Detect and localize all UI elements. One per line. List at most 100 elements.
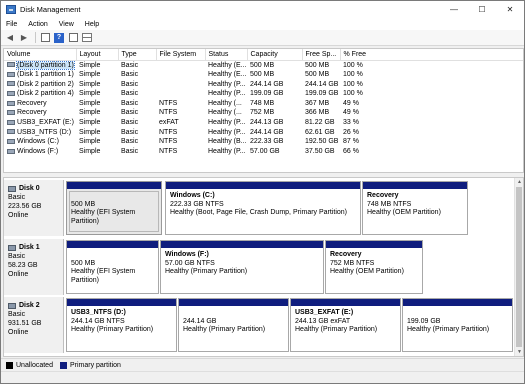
cell-volume: Windows (F:) [4, 147, 76, 157]
disk-type: Basic [8, 253, 26, 260]
disk-1-partition-1[interactable]: 500 MB Healthy (EFI System Partition) [66, 240, 159, 294]
partition-size: 752 MB NTFS [330, 259, 375, 267]
volume-name: (Disk 2 partition 2) [17, 80, 74, 88]
column-percent-free[interactable]: % Free [340, 49, 523, 61]
cell-capacity: 748 MB [250, 99, 275, 107]
partition-size: 244.14 GB NTFS [71, 317, 125, 325]
disk-1-partition-windows-f[interactable]: Windows (F:) 57.00 GB NTFS Healthy (Prim… [160, 240, 324, 294]
cell-layout: Simple [79, 128, 101, 136]
cell-free-space: 192.50 GB [305, 138, 339, 146]
cell-status: Healthy (P... [208, 119, 246, 127]
column-status[interactable]: Status [205, 49, 248, 61]
volume-icon [7, 90, 15, 96]
maximize-button[interactable]: ☐ [468, 1, 496, 18]
scroll-up-arrow-icon[interactable]: ▲ [515, 178, 523, 186]
partition-status: Healthy (Primary Partition) [295, 326, 378, 333]
disk-icon [8, 185, 16, 192]
disk-0-partition-recovery[interactable]: Recovery 748 MB NTFS Healthy (OEM Partit… [362, 181, 468, 235]
cell-layout: Simple [79, 119, 101, 127]
cell-layout: Simple [79, 71, 101, 79]
column-free-space[interactable]: Free Sp... [302, 49, 341, 61]
back-icon[interactable]: ◀ [4, 32, 16, 44]
cell-percent-free: 100 % [343, 80, 363, 88]
cell-volume: (Disk 2 partition 4) [4, 89, 76, 99]
disk-pane-scrollbar[interactable]: ▲ ▼ [514, 178, 523, 356]
disk-0-partition-1[interactable]: 500 MB Healthy (EFI System Partition) [66, 181, 162, 235]
minimize-button[interactable]: — [440, 1, 468, 18]
legend-label: Primary partition [69, 361, 121, 369]
disk-size: 223.56 GB [8, 203, 42, 210]
column-capacity[interactable]: Capacity [247, 49, 303, 61]
cell-file-system: exFAT [159, 119, 179, 127]
disk-2-row: Disk 2 Basic 931.51 GB Online USB3_NTFS … [4, 296, 515, 354]
help-icon[interactable]: ? [53, 32, 65, 44]
volume-row[interactable]: (Disk 2 partition 2) Simple Basic Healthy (… [4, 80, 523, 90]
partition-size: 244.13 GB exFAT [295, 317, 351, 325]
partition-status: Healthy (Primary Partition) [165, 268, 248, 275]
cell-status: Healthy (P... [208, 80, 246, 88]
cell-type: Basic [121, 119, 139, 127]
cell-volume: Windows (C:) [4, 137, 76, 147]
disk-management-window: Disk Management — ☐ ✕ File Action View H… [0, 0, 525, 384]
volume-row[interactable]: USB3_EXFAT (E:) Simple Basic exFAT Healthy (… [4, 118, 523, 128]
volume-row[interactable]: Recovery Simple Basic NTFS Healthy (... 752 M… [4, 108, 523, 118]
disk-2-partition-4[interactable]: 199.09 GB Healthy (Primary Partition) [402, 298, 513, 352]
disk-1-label[interactable]: Disk 1 Basic 58.23 GB Online [4, 239, 64, 295]
column-layout[interactable]: Layout [76, 49, 119, 61]
menu-view[interactable]: View [54, 21, 80, 28]
cell-capacity: 222.33 GB [250, 138, 284, 146]
disk-2-label[interactable]: Disk 2 Basic 931.51 GB Online [4, 297, 64, 353]
column-volume[interactable]: Volume [4, 49, 77, 61]
cell-type: Basic [121, 147, 139, 155]
volume-table: Volume Layout Type File System Status Ca… [4, 49, 523, 157]
disk-2-partition-2[interactable]: 244.14 GB Healthy (Primary Partition) [178, 298, 289, 352]
disk-0-label[interactable]: Disk 0 Basic 223.56 GB Online [4, 180, 64, 236]
cell-volume: Recovery [4, 99, 76, 109]
volume-name: (Disk 2 partition 4) [17, 90, 74, 98]
partition-status: Healthy (EFI System Partition) [71, 268, 136, 284]
grid-icon[interactable] [81, 32, 93, 44]
volume-row[interactable]: Recovery Simple Basic NTFS Healthy (... 748 M… [4, 99, 523, 109]
properties-icon[interactable] [39, 32, 51, 44]
forward-icon[interactable]: ▶ [18, 32, 30, 44]
scroll-down-arrow-icon[interactable]: ▼ [515, 348, 523, 356]
menu-action[interactable]: Action [23, 21, 53, 28]
disk-2-partition-usb3-exfat[interactable]: USB3_EXFAT (E:) 244.13 GB exFAT Healthy … [290, 298, 401, 352]
scrollbar-thumb[interactable] [516, 187, 522, 347]
volume-row[interactable]: Windows (F:) Simple Basic NTFS Healthy (P...… [4, 147, 523, 157]
volume-table-header: Volume Layout Type File System Status Ca… [4, 49, 523, 61]
legend-swatch [59, 361, 67, 369]
partition-bar [67, 182, 161, 189]
cell-percent-free: 66 % [343, 147, 359, 155]
console-icon[interactable] [67, 32, 79, 44]
disk-status: Online [8, 329, 29, 336]
volume-row[interactable]: Windows (C:) Simple Basic NTFS Healthy (B...… [4, 137, 523, 147]
legend-primary-partition: Primary partition [59, 361, 121, 369]
disk-0-partition-windows-c[interactable]: Windows (C:) 222.33 GB NTFS Healthy (Boo… [165, 181, 361, 235]
cell-volume: (Disk 2 partition 2) [4, 80, 76, 90]
cell-file-system [156, 89, 205, 99]
volume-name: Windows (F:) [17, 147, 59, 155]
cell-free-space: 500 MB [305, 61, 330, 69]
volume-name: (Disk 0 partition 1) [16, 60, 75, 70]
partition-name: USB3_EXFAT (E:) [295, 309, 354, 316]
cell-file-system [156, 80, 205, 90]
cell-status: Healthy (B... [208, 138, 247, 146]
column-file-system[interactable]: File System [156, 49, 206, 61]
volume-row[interactable]: USB3_NTFS (D:) Simple Basic NTFS Healthy (P.… [4, 128, 523, 138]
volume-row[interactable]: (Disk 0 partition 1) Simple Basic Healthy (… [4, 60, 523, 70]
disk-status: Online [8, 212, 29, 219]
disk-2-partition-usb3-ntfs[interactable]: USB3_NTFS (D:) 244.14 GB NTFS Healthy (P… [66, 298, 177, 352]
partition-bar [179, 299, 288, 306]
cell-percent-free: 26 % [343, 128, 359, 136]
volume-row[interactable]: (Disk 2 partition 4) Simple Basic Healthy (… [4, 89, 523, 99]
menu-file[interactable]: File [1, 21, 23, 28]
cell-percent-free: 49 % [343, 99, 359, 107]
volume-row[interactable]: (Disk 1 partition 1) Simple Basic Healthy (… [4, 70, 523, 80]
disk-1-partition-recovery[interactable]: Recovery 752 MB NTFS Healthy (OEM Partit… [325, 240, 423, 294]
menu-help[interactable]: Help [80, 21, 105, 28]
column-type[interactable]: Type [118, 49, 157, 61]
cell-layout: Simple [79, 90, 101, 98]
partition-bar [291, 299, 400, 306]
close-button[interactable]: ✕ [496, 1, 524, 18]
